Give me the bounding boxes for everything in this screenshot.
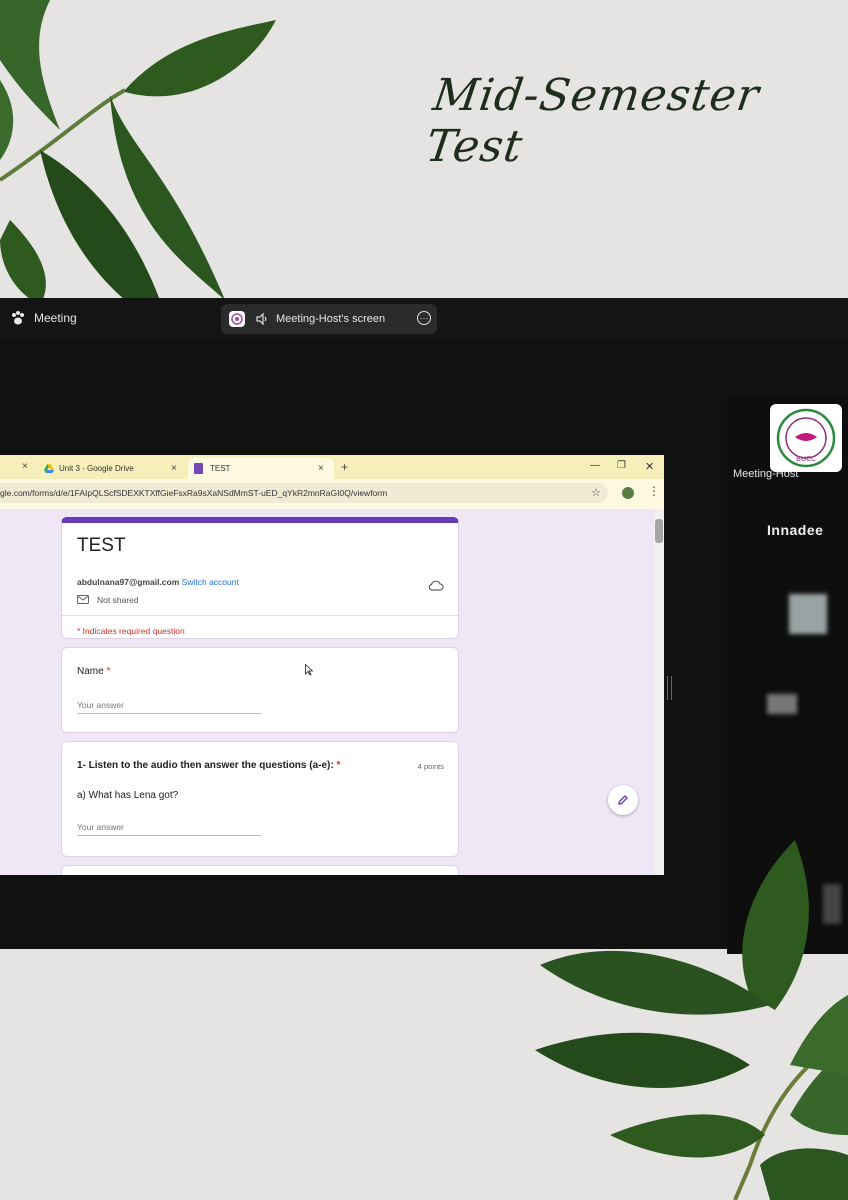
next-question-card [61,865,459,875]
share-label: Meeting-Host's screen [276,313,386,325]
restore-button[interactable]: ❐ [617,460,626,471]
star-icon[interactable]: ☆ [591,486,601,499]
form-header-card: TEST abdulnana97@gmail.com Switch accoun… [61,517,459,639]
required-note: * Indicates required question [77,626,185,636]
cloud-saved-icon [428,580,444,591]
account-email: abdulnana97@gmail.com [77,577,180,587]
points-label: 4 points [417,762,444,771]
avatar-text: BUCC [796,455,816,463]
paw-icon [12,311,24,325]
video-blur-shape [767,694,797,714]
scrollbar-thumb[interactable] [655,519,663,543]
speaker-icon[interactable] [255,312,269,326]
account-line: abdulnana97@gmail.com Switch account [77,577,239,587]
question-text: 1- Listen to the audio then answer the q… [77,760,334,771]
mail-icon [77,595,89,604]
sub-question: a) What has Lena got? [77,790,179,801]
header-divider [62,615,458,616]
leaf-branch-top-decoration [0,0,276,330]
question-card-name: Name * Your answer [61,647,459,733]
tab-label: Unit 3 - Google Drive [59,464,134,473]
leaf-branch-bottom-decoration [535,840,848,1200]
required-star: * [336,760,341,771]
edit-button[interactable] [608,785,638,815]
shared-browser-window: × Unit 3 - Google Drive × TEST × + — ❐ ✕… [0,455,664,875]
tab-close-button[interactable]: × [22,461,28,472]
tab-close-button[interactable]: × [171,463,177,474]
tab-close-button[interactable]: × [318,463,324,474]
video-blur-shape [789,594,827,634]
url-text: gle.com/forms/d/e/1FAIpQLScfSDEXKTXffGie… [0,488,388,498]
question-card-listening: 1- Listen to the audio then answer the q… [61,741,459,857]
more-icon[interactable]: ··· [417,311,431,325]
new-tab-button[interactable]: + [341,460,348,474]
video-overlay-text: Innadee [767,522,824,538]
close-window-button[interactable]: ✕ [645,460,654,473]
google-forms-icon [194,463,203,474]
browser-tabstrip: × Unit 3 - Google Drive × TEST × + — ❐ ✕ [0,455,664,479]
not-shared-label: Not shared [97,595,139,605]
not-shared-row: Not shared [77,595,139,605]
address-bar[interactable]: gle.com/forms/d/e/1FAIpQLScfSDEXKTXffGie… [0,483,608,503]
host-avatar: BUCC [770,404,842,472]
answer-input[interactable]: Your answer [77,822,261,836]
tab-unit3-drive[interactable]: Unit 3 - Google Drive × [44,458,184,479]
meeting-app-name: Meeting [34,311,77,325]
google-drive-icon [44,464,54,473]
page-scrollbar[interactable] [654,509,664,875]
browser-menu-icon[interactable]: ⋮ [648,484,660,498]
question-text: Name [77,666,104,677]
required-star: * [106,666,111,677]
tab-test-form[interactable]: TEST × [188,458,334,479]
browser-toolbar: gle.com/forms/d/e/1FAIpQLScfSDEXKTXffGie… [0,479,664,509]
question-label: 1- Listen to the audio then answer the q… [77,760,340,771]
form-title: TEST [77,535,126,556]
pencil-icon [618,795,628,805]
meeting-app-label[interactable]: Meeting [10,310,77,326]
profile-avatar[interactable] [622,487,634,499]
mouse-cursor-icon [305,664,313,676]
switch-account-link[interactable]: Switch account [182,577,239,587]
club-logo: BUCC [776,408,836,468]
meeting-toolbar: Meeting Meeting-Host's screen ··· [0,298,848,340]
answer-input[interactable]: Your answer [77,700,261,714]
google-form-page: TEST abdulnana97@gmail.com Switch accoun… [0,509,664,875]
minimize-button[interactable]: — [590,460,600,471]
question-label: Name * [77,666,110,677]
host-name-label: Meeting-Host [733,468,799,480]
share-app-icon [229,311,245,327]
screen-share-indicator[interactable]: Meeting-Host's screen ··· [221,304,437,334]
poster-title: Mid-Semester Test [422,70,763,172]
pane-splitter-handle[interactable] [667,676,672,700]
tab-label: TEST [210,464,231,473]
